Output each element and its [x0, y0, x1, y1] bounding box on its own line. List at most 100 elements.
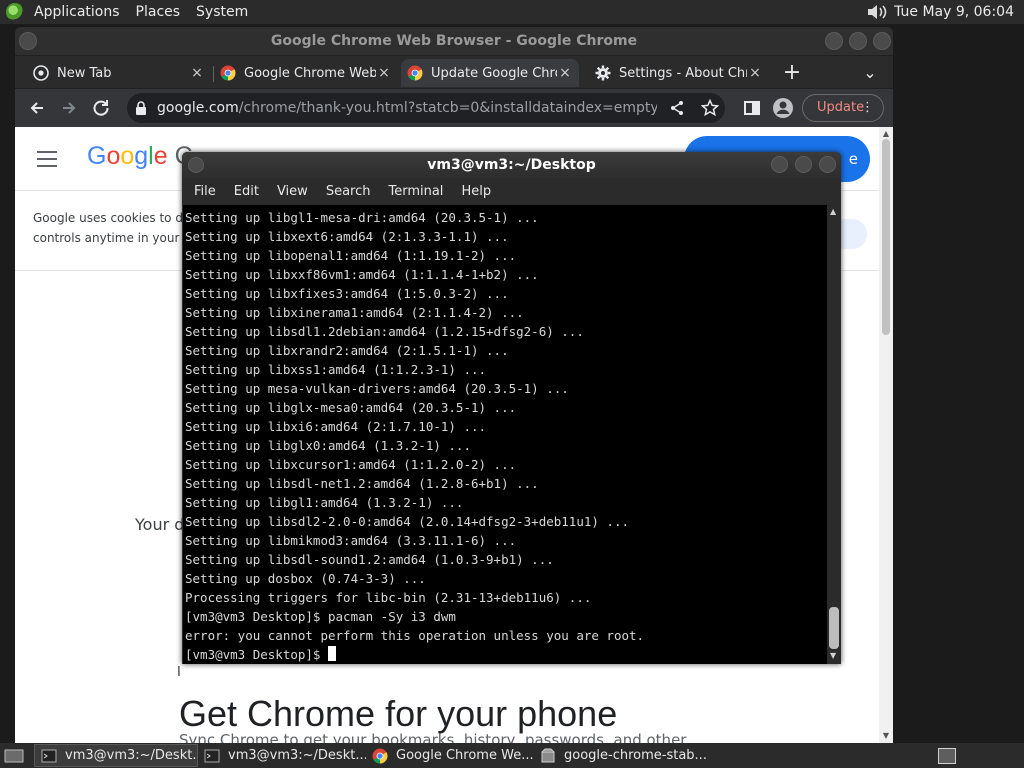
terminal-menubar: File Edit View Search Terminal Help — [182, 178, 841, 205]
terminal-line: Setting up libsdl-net1.2:amd64 (1.2.8-6+… — [185, 476, 539, 491]
terminal-line: Setting up libsdl1.2debian:amd64 (1.2.15… — [185, 324, 584, 339]
chrome-menu-icon[interactable]: ⋮ — [861, 95, 874, 121]
taskbar-item-installer[interactable]: google-chrome-stab... — [534, 744, 710, 767]
taskbar-item-terminal-2[interactable]: vm3@vm3:~/Deskt... — [198, 744, 366, 767]
tab-close-icon[interactable]: × — [747, 65, 763, 81]
new-tab-button[interactable]: + — [779, 60, 805, 86]
tab-close-icon[interactable]: × — [557, 65, 573, 81]
bookmark-star-icon[interactable] — [701, 99, 719, 117]
tab-search-button[interactable]: ⌄ — [857, 60, 883, 86]
terminal-line: Setting up libxi6:amd64 (2:1.7.10-1) ... — [185, 419, 487, 434]
mate-logo-icon[interactable] — [6, 3, 24, 21]
tab-strip: New Tab × Google Chrome Web × Update Goo… — [15, 56, 893, 88]
taskbar-label: vm3@vm3:~/Deskt... — [228, 748, 366, 763]
top-panel: Applications Places System Tue May 9, 06… — [0, 0, 1024, 24]
close-window-icon[interactable] — [819, 156, 836, 173]
applications-menu[interactable]: Applications — [26, 0, 128, 24]
share-icon[interactable] — [669, 100, 685, 116]
update-label: Update — [817, 100, 865, 115]
terminal-line: Setting up libxxf86vm1:amd64 (1:1.1.4-1+… — [185, 267, 539, 282]
cookie-text-line1: Google uses cookies to del — [33, 211, 194, 225]
terminal-output[interactable]: Setting up libgl1-mesa-dri:amd64 (20.3.5… — [183, 205, 827, 664]
system-menu[interactable]: System — [188, 0, 256, 24]
scroll-down-icon[interactable]: ▼ — [881, 731, 891, 740]
menu-edit[interactable]: Edit — [225, 184, 268, 199]
google-logo[interactable]: Google C — [87, 142, 193, 171]
menu-file[interactable]: File — [185, 184, 225, 199]
scroll-up-icon[interactable]: ▲ — [830, 207, 836, 216]
tab-close-icon[interactable]: × — [376, 65, 392, 81]
terminal-line: Setting up libxinerama1:amd64 (2:1.1.4-2… — [185, 305, 524, 320]
menu-view[interactable]: View — [268, 184, 317, 199]
hamburger-menu-icon[interactable] — [37, 151, 57, 167]
tab-title: Settings - About Chr — [619, 65, 747, 81]
profile-avatar-icon[interactable] — [770, 95, 796, 121]
tab-update-google-chrome[interactable]: Update Google Chro × — [401, 59, 579, 87]
terminal-line: [vm3@vm3 Desktop]$ pacman -Sy i3 dwm — [185, 609, 456, 624]
minimize-icon[interactable] — [771, 156, 788, 173]
tab-settings-about-chrome[interactable]: Settings - About Chr × — [595, 59, 763, 87]
close-window-icon[interactable] — [873, 32, 891, 50]
menu-help[interactable]: Help — [452, 184, 500, 199]
window-menu-icon[interactable] — [19, 32, 37, 50]
back-arrow-icon[interactable] — [24, 95, 50, 121]
address-bar[interactable]: google.com/chrome/thank-you.html?statcb=… — [127, 93, 725, 123]
url-host: google.com — [157, 100, 239, 116]
tab-title: Google Chrome Web — [244, 65, 376, 81]
chrome-logo-icon — [372, 748, 388, 763]
maximize-icon[interactable] — [795, 156, 812, 173]
volume-icon[interactable] — [866, 3, 888, 21]
terminal-scrollbar[interactable]: ▲ ▼ — [827, 205, 841, 664]
terminal-prompt-line[interactable]: [vm3@vm3 Desktop]$ — [185, 645, 827, 664]
lock-icon[interactable] — [135, 101, 147, 115]
terminal-lines: Setting up libgl1-mesa-dri:amd64 (20.3.5… — [185, 208, 827, 645]
window-menu-icon[interactable] — [188, 157, 204, 173]
taskbar-label: vm3@vm3:~/Deskt... — [65, 748, 198, 763]
page-scroll-thumb[interactable] — [882, 139, 890, 335]
terminal-line: Setting up libglx0:amd64 (1.3.2-1) ... — [185, 438, 471, 453]
tab-google-chrome-web[interactable]: Google Chrome Web × — [220, 59, 392, 87]
tab-new-tab[interactable]: New Tab × — [33, 59, 205, 87]
scroll-down-icon[interactable]: ▼ — [830, 651, 836, 660]
tab-separator — [213, 66, 214, 82]
menu-terminal[interactable]: Terminal — [379, 184, 452, 199]
terminal-icon — [41, 749, 57, 762]
terminal-title: vm3@vm3:~/Desktop — [427, 157, 596, 173]
terminal-line: error: you cannot perform this operation… — [185, 628, 645, 643]
menu-search[interactable]: Search — [317, 184, 380, 199]
maximize-icon[interactable] — [849, 32, 867, 50]
taskbar-label: Google Chrome We... — [396, 748, 534, 763]
page-scrollbar[interactable]: ▲ ▼ — [879, 127, 893, 743]
url-text[interactable]: google.com/chrome/thank-you.html?statcb=… — [157, 93, 657, 123]
minimize-icon[interactable] — [825, 32, 843, 50]
forward-arrow-icon[interactable] — [56, 95, 82, 121]
terminal-line: Setting up libsdl-sound1.2:amd64 (1.0.3-… — [185, 552, 554, 567]
places-menu[interactable]: Places — [128, 0, 189, 24]
text-cursor — [328, 646, 336, 661]
terminal-line: Setting up libxrandr2:amd64 (2:1.5.1-1) … — [185, 343, 509, 358]
tab-close-icon[interactable]: × — [189, 65, 205, 81]
reload-icon[interactable] — [88, 95, 114, 121]
terminal-line: Setting up libmikmod3:amd64 (3.3.11.1-6)… — [185, 533, 517, 548]
clock[interactable]: Tue May 9, 06:04 — [894, 4, 1024, 20]
terminal-titlebar[interactable]: vm3@vm3:~/Desktop — [182, 152, 841, 178]
logo-letter: g — [134, 142, 149, 170]
logo-letter: o — [106, 142, 121, 170]
side-panel-icon[interactable] — [739, 95, 765, 121]
workspace-switcher[interactable] — [938, 747, 956, 764]
phone-heading: Get Chrome for your phone — [179, 693, 618, 734]
terminal-line: Setting up libgl1:amd64 (1.3.2-1) ... — [185, 495, 464, 510]
taskbar-label: google-chrome-stab... — [564, 748, 707, 763]
scroll-up-icon[interactable]: ▲ — [881, 129, 891, 138]
taskbar-item-chrome[interactable]: Google Chrome We... — [366, 744, 534, 767]
terminal-scroll-thumb[interactable] — [829, 607, 839, 649]
terminal-line: Setting up dosbox (0.74-3-3) ... — [185, 571, 426, 586]
gear-icon — [595, 65, 611, 81]
chrome-titlebar[interactable]: Google Chrome Web Browser - Google Chrom… — [15, 27, 893, 55]
taskbar-item-terminal-1[interactable]: vm3@vm3:~/Deskt... — [34, 744, 198, 767]
show-desktop-icon[interactable] — [4, 748, 24, 764]
terminal-line: Setting up libxfixes3:amd64 (1:5.0.3-2) … — [185, 286, 509, 301]
taskbar: vm3@vm3:~/Deskt... vm3@vm3:~/Deskt... Go… — [0, 743, 1024, 768]
page-subheading: Your d — [135, 515, 185, 534]
update-button[interactable]: Update ⋮ — [802, 94, 884, 122]
